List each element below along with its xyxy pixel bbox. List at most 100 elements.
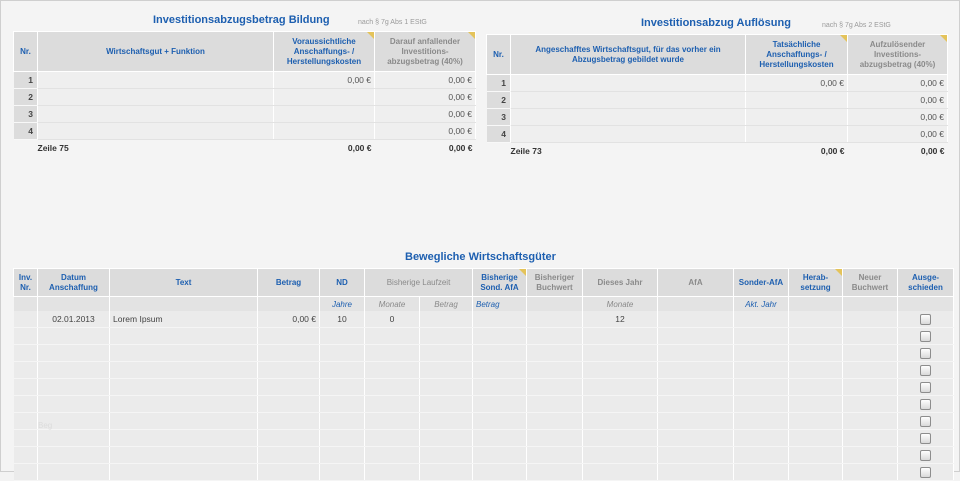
empty-cell[interactable] bbox=[788, 429, 843, 447]
empty-cell[interactable] bbox=[364, 378, 420, 396]
ausgeschieden-checkbox[interactable] bbox=[920, 364, 931, 376]
ausgeschieden-checkbox[interactable] bbox=[920, 313, 931, 325]
empty-cell[interactable] bbox=[257, 412, 320, 430]
empty-cell[interactable] bbox=[472, 378, 527, 396]
empty-cell[interactable] bbox=[788, 344, 843, 362]
empty-cell[interactable] bbox=[13, 429, 38, 447]
empty-cell[interactable] bbox=[657, 378, 734, 396]
empty-cell[interactable] bbox=[526, 344, 583, 362]
empty-cell[interactable] bbox=[472, 446, 527, 464]
empty-cell[interactable] bbox=[319, 327, 365, 345]
empty-cell[interactable] bbox=[788, 378, 843, 396]
empty-cell[interactable] bbox=[37, 327, 110, 345]
empty-cell[interactable] bbox=[472, 395, 527, 413]
ausgeschieden-checkbox[interactable] bbox=[920, 347, 931, 359]
empty-cell[interactable] bbox=[657, 412, 734, 430]
ausgeschieden-checkbox[interactable] bbox=[920, 432, 931, 444]
empty-cell[interactable] bbox=[257, 327, 320, 345]
empty-cell[interactable] bbox=[788, 327, 843, 345]
empty-cell[interactable] bbox=[109, 446, 258, 464]
empty-cell[interactable] bbox=[526, 446, 583, 464]
empty-cell[interactable] bbox=[109, 344, 258, 362]
wirtschaftsgut-cell[interactable] bbox=[37, 105, 274, 123]
wirtschaftsgut-cell[interactable] bbox=[510, 125, 746, 143]
empty-cell[interactable] bbox=[109, 412, 258, 430]
empty-cell[interactable] bbox=[733, 327, 789, 345]
empty-cell[interactable] bbox=[472, 361, 527, 379]
empty-cell[interactable] bbox=[842, 361, 898, 379]
kosten-cell[interactable]: 0,00 € bbox=[273, 71, 375, 89]
empty-cell[interactable] bbox=[37, 446, 110, 464]
empty-cell[interactable] bbox=[582, 429, 658, 447]
text-cell[interactable]: Lorem Ipsum bbox=[109, 311, 258, 328]
empty-cell[interactable] bbox=[526, 395, 583, 413]
empty-cell[interactable] bbox=[657, 344, 734, 362]
empty-cell[interactable] bbox=[364, 463, 420, 481]
empty-cell[interactable] bbox=[257, 446, 320, 464]
empty-cell[interactable] bbox=[657, 327, 734, 345]
empty-cell[interactable] bbox=[319, 463, 365, 481]
empty-cell[interactable] bbox=[364, 344, 420, 362]
empty-cell[interactable] bbox=[419, 395, 473, 413]
empty-cell[interactable] bbox=[526, 429, 583, 447]
empty-cell[interactable] bbox=[257, 344, 320, 362]
empty-cell[interactable] bbox=[419, 378, 473, 396]
empty-cell[interactable] bbox=[319, 361, 365, 379]
empty-cell[interactable] bbox=[842, 463, 898, 481]
empty-cell[interactable] bbox=[733, 395, 789, 413]
empty-cell[interactable] bbox=[842, 395, 898, 413]
empty-cell[interactable] bbox=[257, 361, 320, 379]
empty-cell[interactable] bbox=[109, 361, 258, 379]
ausgeschieden-checkbox[interactable] bbox=[920, 449, 931, 461]
empty-cell[interactable] bbox=[13, 446, 38, 464]
empty-cell[interactable] bbox=[419, 327, 473, 345]
empty-cell[interactable] bbox=[526, 327, 583, 345]
empty-cell[interactable] bbox=[472, 429, 527, 447]
empty-cell[interactable] bbox=[257, 463, 320, 481]
empty-cell[interactable] bbox=[37, 378, 110, 396]
empty-cell[interactable] bbox=[37, 429, 110, 447]
empty-cell[interactable] bbox=[37, 361, 110, 379]
empty-cell[interactable] bbox=[319, 412, 365, 430]
ausgeschieden-checkbox[interactable] bbox=[920, 330, 931, 342]
empty-cell[interactable] bbox=[419, 412, 473, 430]
empty-cell[interactable] bbox=[733, 361, 789, 379]
empty-cell[interactable] bbox=[364, 361, 420, 379]
empty-cell[interactable] bbox=[13, 327, 38, 345]
empty-cell[interactable] bbox=[419, 463, 473, 481]
empty-cell[interactable] bbox=[364, 327, 420, 345]
empty-cell[interactable] bbox=[526, 378, 583, 396]
empty-cell[interactable] bbox=[526, 361, 583, 379]
ausgeschieden-checkbox[interactable] bbox=[920, 415, 931, 427]
herabsetzung-cell[interactable] bbox=[788, 311, 843, 328]
empty-cell[interactable] bbox=[842, 446, 898, 464]
empty-cell[interactable] bbox=[657, 429, 734, 447]
empty-cell[interactable] bbox=[13, 344, 38, 362]
wirtschaftsgut-cell[interactable] bbox=[510, 91, 746, 109]
empty-cell[interactable] bbox=[419, 361, 473, 379]
empty-cell[interactable] bbox=[319, 429, 365, 447]
empty-cell[interactable] bbox=[109, 395, 258, 413]
wirtschaftsgut-cell[interactable] bbox=[510, 108, 746, 126]
empty-cell[interactable] bbox=[109, 463, 258, 481]
kosten-cell[interactable]: 0,00 € bbox=[745, 74, 848, 92]
kosten-cell[interactable] bbox=[273, 122, 375, 140]
empty-cell[interactable] bbox=[842, 378, 898, 396]
empty-cell[interactable] bbox=[109, 429, 258, 447]
empty-cell[interactable] bbox=[364, 446, 420, 464]
empty-cell[interactable] bbox=[364, 429, 420, 447]
empty-cell[interactable] bbox=[657, 395, 734, 413]
empty-cell[interactable] bbox=[472, 344, 527, 362]
kosten-cell[interactable] bbox=[273, 105, 375, 123]
empty-cell[interactable] bbox=[733, 429, 789, 447]
empty-cell[interactable] bbox=[37, 344, 110, 362]
empty-cell[interactable] bbox=[733, 463, 789, 481]
datum-cell[interactable]: 02.01.2013 bbox=[37, 311, 110, 328]
wirtschaftsgut-cell[interactable] bbox=[37, 71, 274, 89]
empty-cell[interactable] bbox=[733, 344, 789, 362]
empty-cell[interactable] bbox=[13, 361, 38, 379]
inv-nr-cell[interactable] bbox=[13, 311, 38, 328]
betrag-cell[interactable]: 0,00 € bbox=[257, 311, 320, 328]
empty-cell[interactable] bbox=[733, 412, 789, 430]
empty-cell[interactable] bbox=[788, 446, 843, 464]
